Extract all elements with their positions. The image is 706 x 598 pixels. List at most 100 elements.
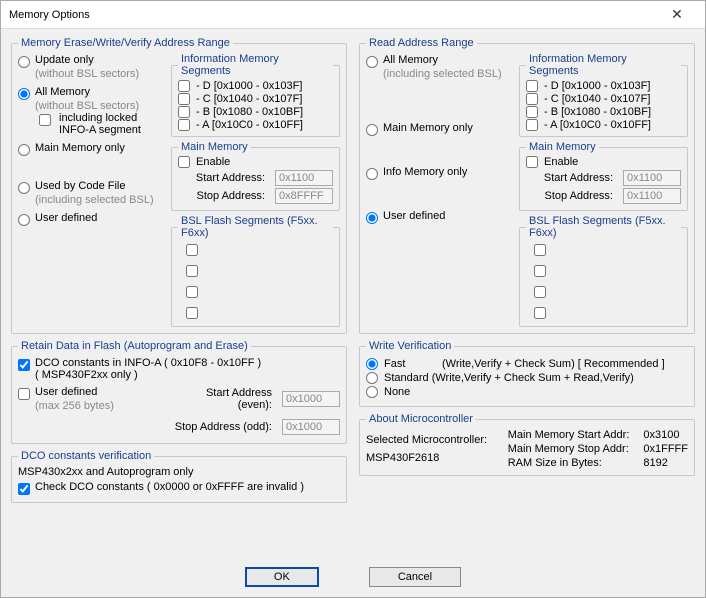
input-retain-stop[interactable] [282,419,340,435]
check-read-bsl-4[interactable] [534,307,546,319]
label-dco-verify: Check DCO constants ( 0x0000 or 0xFFFF a… [35,481,304,493]
label-verif-none: None [384,386,410,398]
label-read-all: All Memory [383,54,438,66]
check-dco-constants[interactable] [18,359,30,371]
label-seg-d: - D [0x1000 - 0x103F] [196,80,302,92]
radio-read-info[interactable] [366,168,378,180]
sub-dco-constants: ( MSP430F2xx only ) [35,369,261,381]
label-read-info: Info Memory only [383,166,467,178]
label-enable-main: Enable [196,156,230,168]
input-erase-stop[interactable] [275,188,333,204]
check-including-locked[interactable] [39,114,51,126]
radio-verif-fast[interactable] [366,358,378,370]
label-read-user: User defined [383,210,445,222]
label-stop-addr: Stop Address: [178,190,269,202]
check-read-seg-b[interactable] [526,106,538,118]
check-dco-verify[interactable] [18,483,30,495]
radio-used-by-code[interactable] [18,182,30,194]
label-retain-stop: Stop Address (odd): [171,421,276,433]
read-info-legend: Information Memory Segments [526,53,681,77]
label-read-stop: Stop Address: [526,190,617,202]
label-including-locked: including locked INFO-A segment [59,112,163,136]
radio-update-only[interactable] [18,56,30,68]
sub-read-all: (including selected BSL) [383,69,511,80]
value-mm-start: 0x3100 [643,429,688,441]
label-retain-start: Start Address (even): [171,387,276,411]
check-read-bsl-2[interactable] [534,265,546,277]
ok-button[interactable]: OK [245,567,319,587]
window-title: Memory Options [9,9,657,21]
label-verif-standard: Standard (Write,Verify + Check Sum + Rea… [384,372,634,384]
check-seg-b[interactable] [178,106,190,118]
label-verif-fast: Fast [384,358,436,370]
label-all-memory: All Memory [35,86,90,98]
memory-options-dialog: Memory Options ✕ Memory Erase/Write/Veri… [0,0,706,598]
check-read-seg-c[interactable] [526,93,538,105]
radio-all-memory[interactable] [18,88,30,100]
label-ram: RAM Size in Bytes: [508,457,630,469]
check-seg-c[interactable] [178,93,190,105]
label-mm-start: Main Memory Start Addr: [508,429,630,441]
sub-retain-user: (max 256 bytes) [35,401,163,412]
check-seg-a[interactable] [178,119,190,131]
check-retain-user[interactable] [18,388,30,400]
titlebar: Memory Options ✕ [1,1,705,29]
sub-used-by-code: (including selected BSL) [35,195,163,206]
radio-user-defined-erase[interactable] [18,214,30,226]
check-read-seg-d[interactable] [526,80,538,92]
sub-all-memory: (without BSL sectors) [35,101,163,112]
check-bsl-3[interactable] [186,286,198,298]
label-seg-c: - C [0x1040 - 0x107F] [196,93,302,105]
retain-group: Retain Data in Flash (Autoprogram and Er… [11,340,347,444]
check-enable-main[interactable] [178,156,190,168]
close-icon[interactable]: ✕ [657,6,697,23]
radio-read-all[interactable] [366,56,378,68]
check-read-enable[interactable] [526,156,538,168]
erase-info-legend: Information Memory Segments [178,53,333,77]
label-read-seg-b: - B [0x1080 - 0x10BF] [544,106,651,118]
input-read-stop[interactable] [623,188,681,204]
erase-bsl-legend: BSL Flash Segments (F5xx. F6xx) [178,215,333,239]
input-read-start[interactable] [623,170,681,186]
read-info-segments: Information Memory Segments - D [0x1000 … [519,53,688,137]
label-user-defined-erase: User defined [35,212,97,224]
check-bsl-4[interactable] [186,307,198,319]
check-read-bsl-3[interactable] [534,286,546,298]
label-selected-mcu: Selected Microcontroller: [366,434,494,446]
sub-update-only: (without BSL sectors) [35,69,163,80]
label-read-seg-d: - D [0x1000 - 0x103F] [544,80,650,92]
label-mm-stop: Main Memory Stop Addr: [508,443,630,455]
check-read-seg-a[interactable] [526,119,538,131]
read-legend: Read Address Range [366,37,477,49]
label-retain-user: User defined [35,386,97,398]
radio-main-only[interactable] [18,144,30,156]
radio-verif-none[interactable] [366,386,378,398]
label-seg-b: - B [0x1080 - 0x10BF] [196,106,303,118]
label-read-enable: Enable [544,156,578,168]
label-read-seg-c: - C [0x1040 - 0x107F] [544,93,650,105]
label-seg-a: - A [0x10C0 - 0x10FF] [196,119,303,131]
radio-verif-standard[interactable] [366,372,378,384]
read-main-memory: Main Memory Enable Start Address: Stop A… [519,141,688,211]
check-bsl-1[interactable] [186,244,198,256]
dco-verification-group: DCO constants verification MSP430x2xx an… [11,450,347,503]
label-start-addr: Start Address: [178,172,269,184]
dcov-line: MSP430x2xx and Autoprogram only [18,466,340,478]
radio-read-main[interactable] [366,124,378,136]
read-main-legend: Main Memory [526,141,599,153]
input-retain-start[interactable] [282,391,340,407]
label-dco-constants: DCO constants in INFO-A ( 0x10F8 - 0x10F… [35,357,261,369]
about-legend: About Microcontroller [366,413,476,425]
dcov-legend: DCO constants verification [18,450,154,462]
value-ram: 8192 [643,457,688,469]
input-erase-start[interactable] [275,170,333,186]
check-read-bsl-1[interactable] [534,244,546,256]
radio-read-user[interactable] [366,212,378,224]
check-seg-d[interactable] [178,80,190,92]
label-read-seg-a: - A [0x10C0 - 0x10FF] [544,119,651,131]
read-bsl-segments: BSL Flash Segments (F5xx. F6xx) [519,215,688,327]
check-bsl-2[interactable] [186,265,198,277]
value-mm-stop: 0x1FFFF [643,443,688,455]
cancel-button[interactable]: Cancel [369,567,461,587]
erase-info-segments: Information Memory Segments - D [0x1000 … [171,53,340,137]
